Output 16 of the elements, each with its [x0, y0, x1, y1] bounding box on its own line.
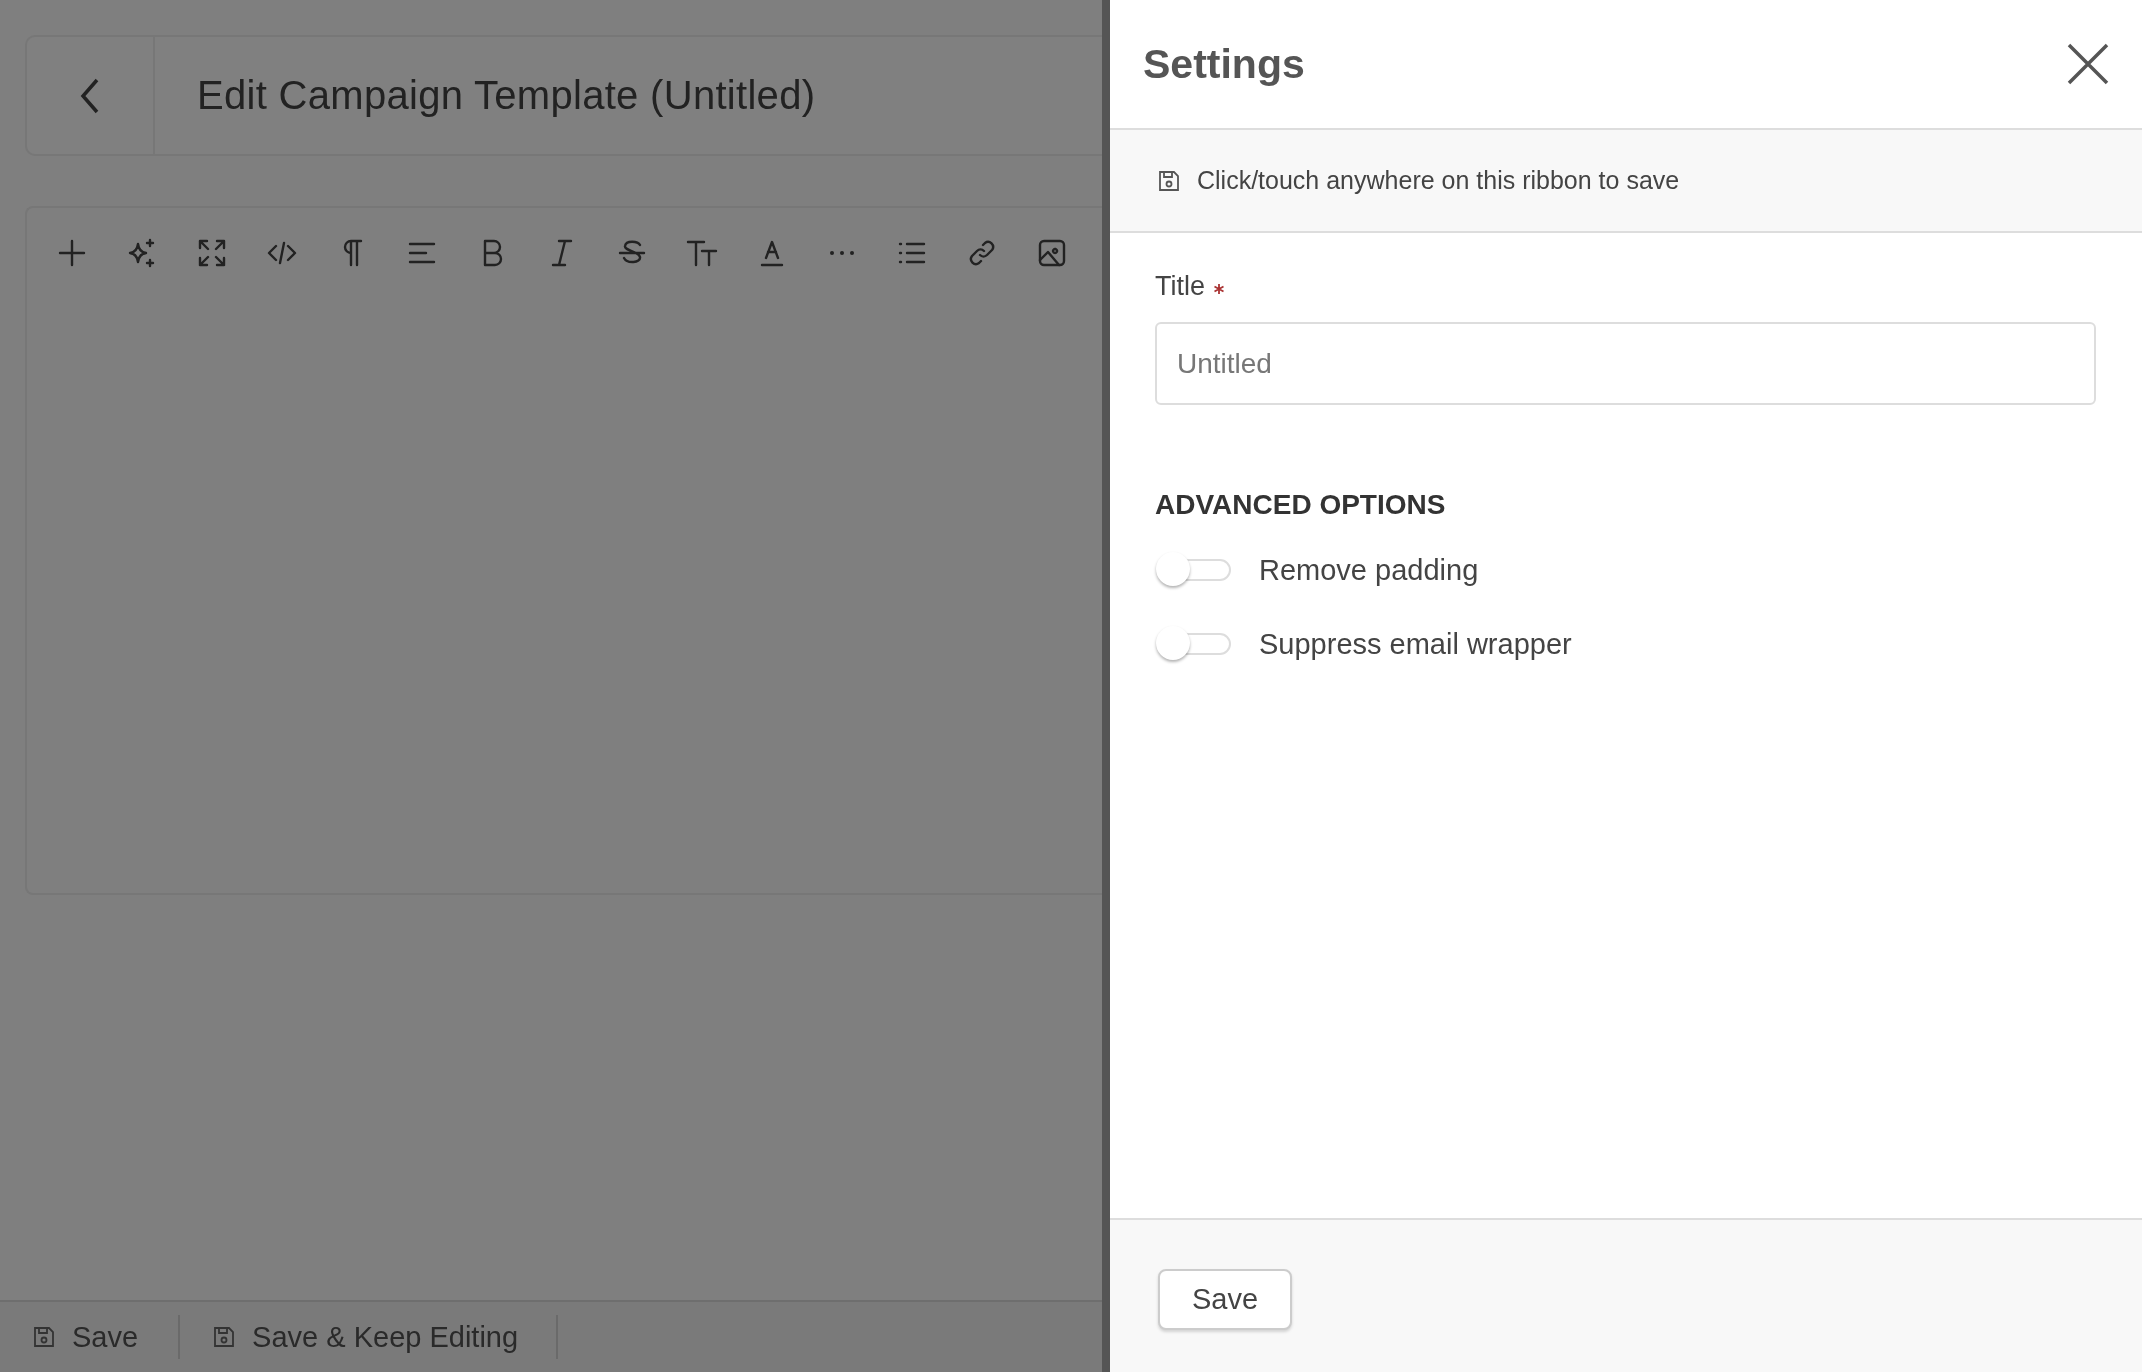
toggle-label: Suppress email wrapper: [1259, 627, 1572, 661]
ribbon-text: Click/touch anywhere on this ribbon to save: [1197, 166, 1680, 195]
panel-title: Settings: [1143, 40, 1305, 88]
section-heading: ADVANCED OPTIONS: [1155, 489, 1447, 521]
close-button[interactable]: [2066, 42, 2110, 86]
save-icon: [1157, 168, 1181, 193]
close-icon: [2066, 42, 2110, 86]
save-icon: [32, 1325, 56, 1349]
save-button[interactable]: Save: [1158, 1269, 1292, 1330]
save-ribbon[interactable]: Click/touch anywhere on this ribbon to save: [1110, 130, 2142, 233]
toggle-label: Remove padding: [1259, 553, 1479, 587]
page-title: Edit Campaign Template (Untitled): [196, 73, 816, 118]
more-icon: [830, 251, 854, 255]
save-icon: [212, 1325, 237, 1349]
title-input[interactable]: Untitled: [1155, 322, 2096, 405]
field-label: Title: [1155, 271, 1205, 302]
